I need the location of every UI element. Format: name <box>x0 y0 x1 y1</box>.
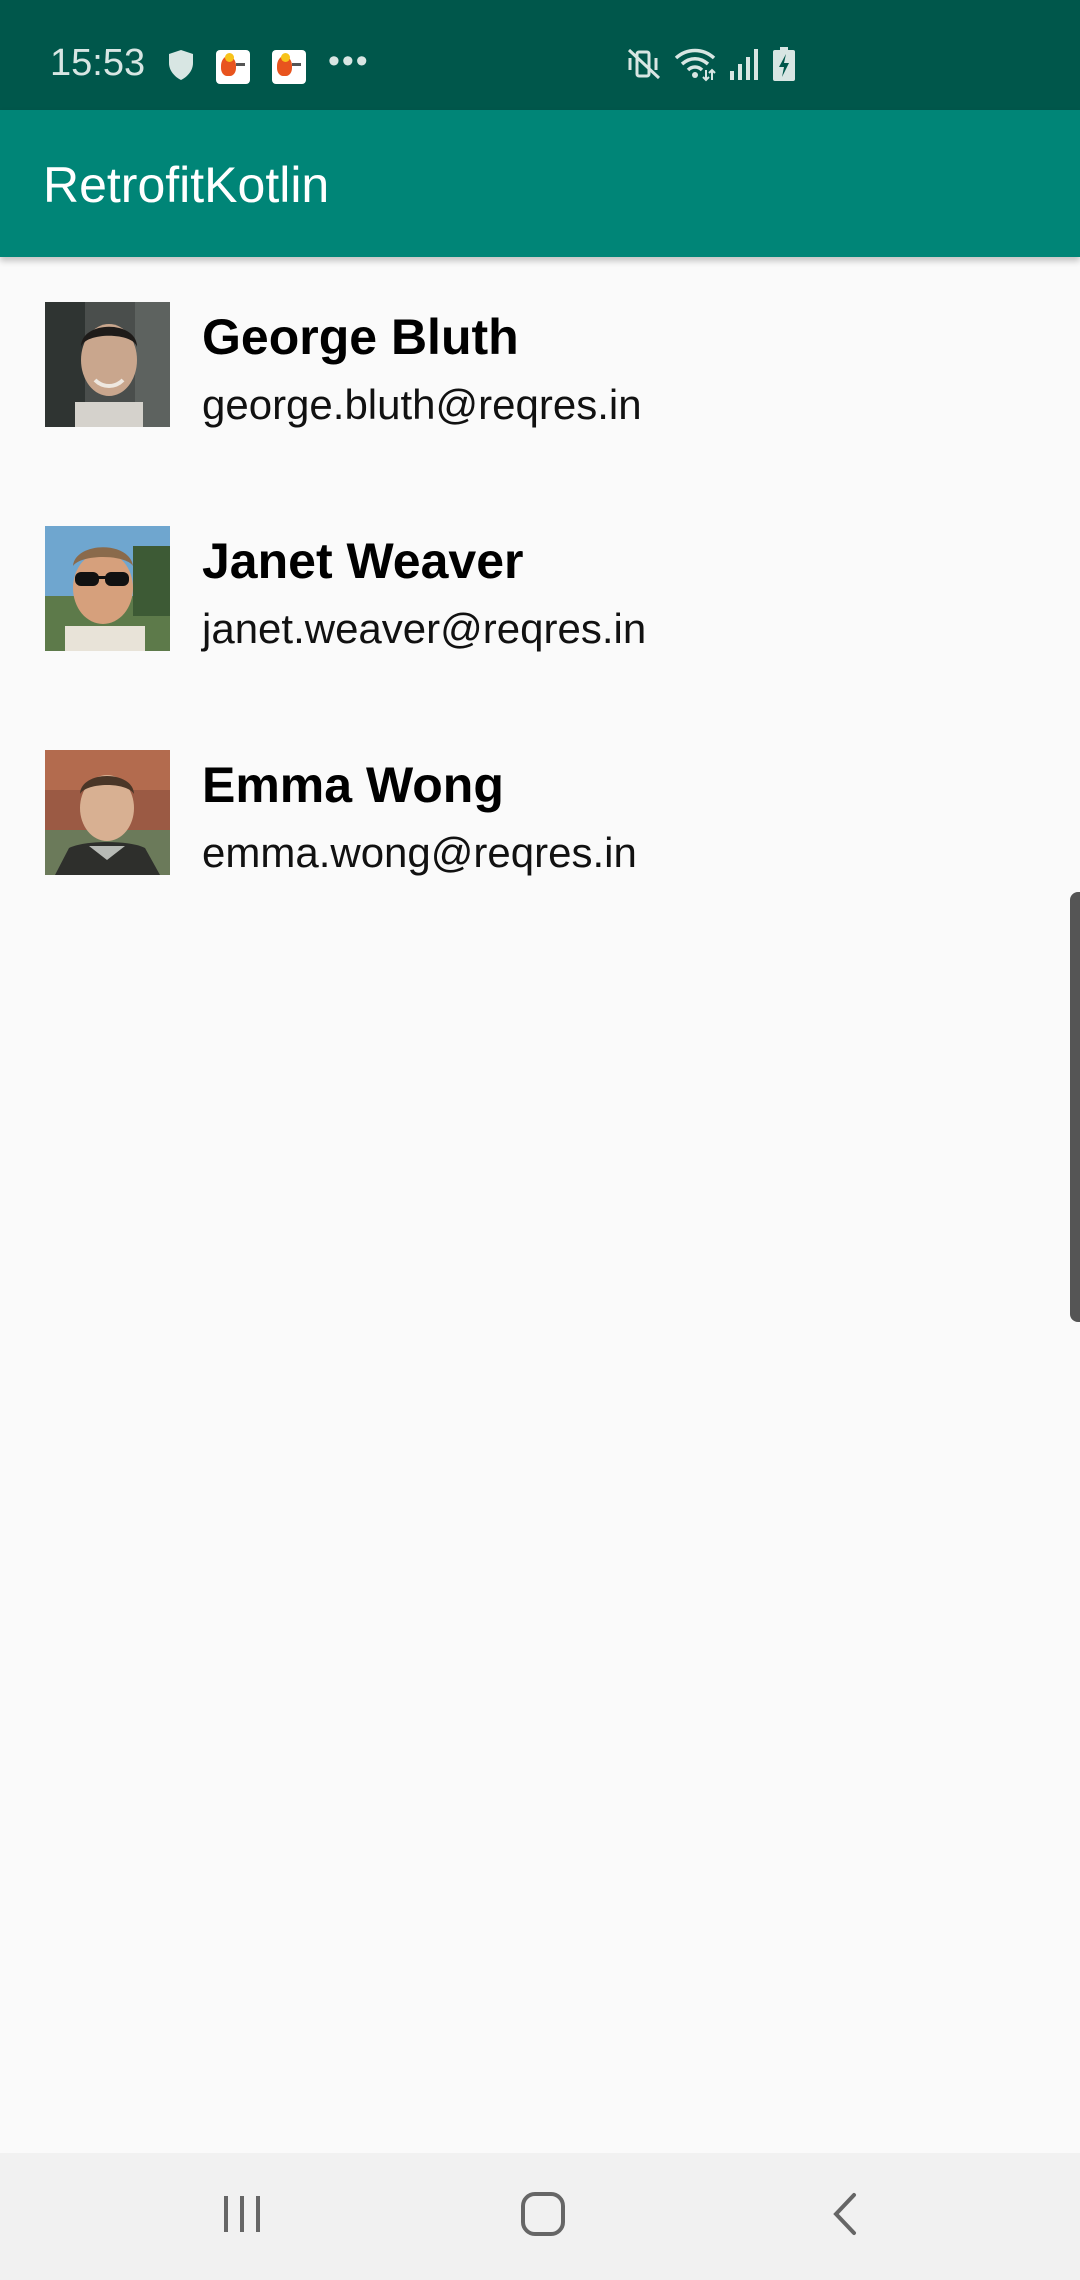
avatar <box>45 302 170 427</box>
battery-charging-icon <box>772 46 796 87</box>
vibrate-mute-icon <box>626 46 662 87</box>
wifi-icon <box>674 46 716 87</box>
user-name: Janet Weaver <box>202 533 524 589</box>
list-item[interactable]: George Bluth george.bluth@reqres.in <box>0 257 1080 481</box>
navigation-bar <box>0 2153 1080 2280</box>
user-name: Emma Wong <box>202 757 504 813</box>
user-email: emma.wong@reqres.in <box>202 829 637 876</box>
signal-icon <box>728 47 760 86</box>
user-email: george.bluth@reqres.in <box>202 381 642 428</box>
avatar <box>45 526 170 651</box>
recent-apps-button[interactable] <box>142 2153 342 2280</box>
shield-icon <box>168 49 194 86</box>
app-bar: RetrofitKotlin <box>0 110 1080 257</box>
back-button[interactable] <box>745 2153 945 2280</box>
status-right-icons <box>626 46 808 86</box>
app-notification-icon <box>272 50 306 84</box>
user-email: janet.weaver@reqres.in <box>202 605 647 652</box>
app-title: RetrofitKotlin <box>43 157 330 213</box>
status-bar: 15:53 ••• <box>0 0 1080 110</box>
more-dots-icon: ••• <box>328 42 370 80</box>
list-item[interactable]: Emma Wong emma.wong@reqres.in <box>0 705 1080 929</box>
status-time: 15:53 <box>50 42 146 84</box>
recent-apps-icon <box>220 2194 264 2239</box>
home-icon <box>520 2191 566 2242</box>
back-icon <box>830 2191 860 2242</box>
app-notification-icon <box>216 50 250 84</box>
edge-panel-handle[interactable] <box>1070 892 1080 1322</box>
screen: 15:53 ••• RetrofitKotlin George Bluth ge… <box>0 0 1080 2280</box>
status-left-icons: ••• <box>168 44 392 86</box>
list-item[interactable]: Janet Weaver janet.weaver@reqres.in <box>0 481 1080 705</box>
avatar <box>45 750 170 875</box>
user-name: George Bluth <box>202 309 519 365</box>
home-button[interactable] <box>443 2153 643 2280</box>
